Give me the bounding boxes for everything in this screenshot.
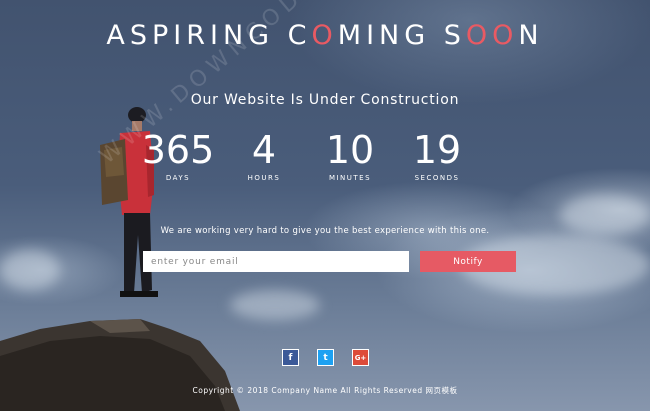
cloud [0, 250, 60, 290]
minutes-label: MINUTES [328, 174, 372, 182]
cloud [230, 290, 320, 320]
countdown-minutes: 10 MINUTES [305, 128, 395, 182]
days-value: 365 [141, 128, 215, 172]
countdown-days: 365 DAYS [133, 128, 223, 182]
days-label: DAYS [165, 174, 191, 182]
hours-label: HOURS [247, 174, 281, 182]
notify-button[interactable]: Notify [420, 251, 516, 272]
twitter-icon[interactable]: t [317, 349, 334, 366]
footer-copyright: Copyright © 2018 Company Name All Rights… [192, 386, 458, 395]
seconds-value: 19 [412, 128, 462, 172]
page-subtitle: Our Website Is Under Construction [190, 92, 460, 108]
countdown-hours: 4 HOURS [219, 128, 309, 182]
seconds-label: SECONDS [414, 174, 460, 182]
page-title: ASPIRING COMING SOON [106, 20, 544, 51]
hours-value: 4 [251, 128, 277, 172]
facebook-icon[interactable]: f [282, 349, 299, 366]
email-input[interactable] [143, 251, 409, 272]
minutes-value: 10 [325, 128, 375, 172]
countdown-seconds: 19 SECONDS [392, 128, 482, 182]
countdown: 365 DAYS 4 HOURS 10 MINUTES 19 SECONDS [0, 128, 650, 188]
googleplus-icon[interactable]: G+ [352, 349, 369, 366]
construction-message: We are working very hard to give you the… [160, 226, 490, 236]
